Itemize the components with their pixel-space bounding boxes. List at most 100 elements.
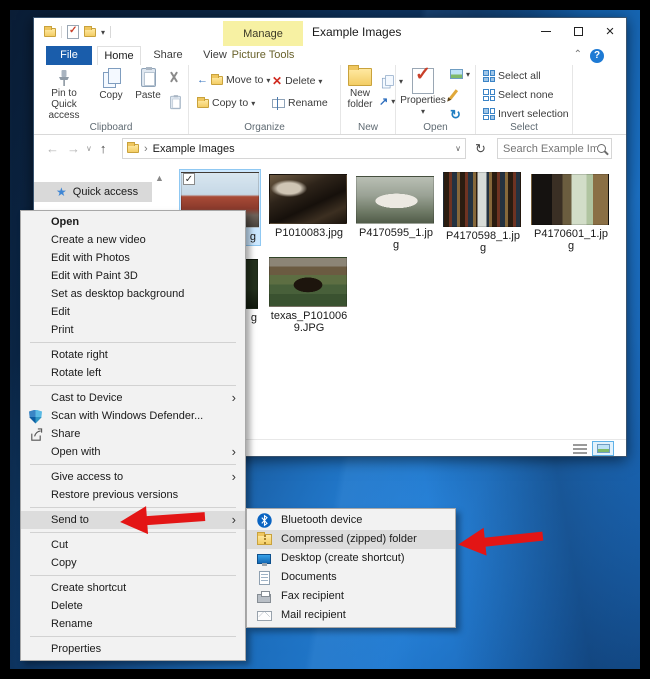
recent-locations-icon[interactable]: ∨ — [86, 144, 92, 153]
select-all-button[interactable]: Select all — [483, 70, 541, 82]
select-none-button[interactable]: Select none — [483, 89, 553, 101]
mail-icon — [256, 608, 272, 623]
pencil-icon — [449, 89, 458, 100]
menu-item-rotate-right[interactable]: Rotate right — [21, 346, 245, 364]
scrollbar-up-icon[interactable]: ▲ — [155, 173, 164, 183]
ribbon: Pin to Quick access Copy Paste Clipboard… — [34, 65, 626, 135]
close-button[interactable]: × — [594, 18, 626, 44]
folder-icon — [197, 99, 209, 108]
menu-item-edit[interactable]: Edit — [21, 303, 245, 321]
new-folder-icon — [348, 68, 372, 86]
pin-to-quick-access-button[interactable]: Pin to Quick access — [38, 68, 90, 121]
new-folder-button[interactable]: New folder — [343, 68, 377, 110]
tab-picture-tools[interactable]: Picture Tools — [223, 46, 303, 65]
menu-item-mail-recipient[interactable]: Mail recipient — [247, 606, 455, 625]
refresh-icon[interactable]: ↻ — [471, 138, 490, 159]
easy-access-button[interactable]: ↗▾ — [379, 95, 395, 108]
open-with-button[interactable]: ▾ — [450, 69, 470, 79]
new-folder-qat-icon[interactable] — [84, 28, 96, 37]
manage-contextual-group[interactable]: Manage — [223, 21, 303, 46]
edit-button[interactable] — [452, 89, 455, 100]
scissors-icon — [168, 71, 180, 83]
file-thumbnail-house — [269, 257, 347, 307]
menu-item-rotate-left[interactable]: Rotate left — [21, 364, 245, 382]
file-item[interactable]: P4170601_1.jpg — [531, 174, 611, 252]
menu-item-open[interactable]: Open — [21, 213, 245, 231]
defender-shield-icon — [28, 409, 43, 424]
search-box[interactable] — [497, 138, 612, 159]
move-arrow-icon: ← — [197, 74, 208, 86]
back-icon[interactable]: ← — [46, 141, 59, 156]
submenu-chevron-icon: › — [232, 511, 236, 529]
qat-dropdown-icon[interactable]: ▾ — [101, 28, 105, 37]
menu-item-print[interactable]: Print — [21, 321, 245, 339]
breadcrumb[interactable]: Example Images — [153, 143, 235, 155]
menu-item-fax-recipient[interactable]: Fax recipient — [247, 587, 455, 606]
sidebar-item-quick-access[interactable]: ★ Quick access — [34, 182, 152, 202]
minimize-button[interactable] — [530, 18, 562, 44]
delete-button[interactable]: ✕ Delete▾ — [272, 74, 322, 88]
file-name: P1010083.jpg — [269, 227, 349, 239]
menu-item-restore-previous-versions[interactable]: Restore previous versions — [21, 486, 245, 504]
copy-to-button[interactable]: Copy to▾ — [197, 97, 255, 109]
pin-icon — [55, 68, 73, 88]
invert-selection-icon — [483, 108, 495, 120]
paste-button[interactable]: Paste — [130, 68, 166, 101]
menu-item-set-as-desktop-background[interactable]: Set as desktop background — [21, 285, 245, 303]
address-bar[interactable]: › Example Images ∨ — [122, 138, 466, 159]
menu-item-edit-with-photos[interactable]: Edit with Photos — [21, 249, 245, 267]
file-item[interactable]: texas_P1010069.JPG — [269, 257, 349, 334]
rename-button[interactable]: Rename — [272, 97, 328, 109]
menu-item-open-with[interactable]: Open with› — [21, 443, 245, 461]
maximize-button[interactable] — [562, 18, 594, 44]
menu-item-delete[interactable]: Delete — [21, 597, 245, 615]
menu-item-copy[interactable]: Copy — [21, 554, 245, 572]
menu-item-rename[interactable]: Rename — [21, 615, 245, 633]
move-to-button[interactable]: ← Move to▾ — [197, 74, 270, 86]
thumbnail-view-icon[interactable] — [592, 441, 614, 456]
menu-item-create-a-new-video[interactable]: Create a new video — [21, 231, 245, 249]
menu-item-cast-to-device[interactable]: Cast to Device› — [21, 389, 245, 407]
tab-home[interactable]: Home — [97, 46, 141, 65]
menu-item-cut[interactable]: Cut — [21, 536, 245, 554]
folder-icon — [211, 76, 223, 85]
menu-item-documents[interactable]: Documents — [247, 568, 455, 587]
address-dropdown-icon[interactable]: ∨ — [455, 144, 461, 153]
tab-share[interactable]: Share — [146, 46, 190, 65]
invert-selection-button[interactable]: Invert selection — [483, 108, 569, 120]
copy-button[interactable]: Copy — [94, 68, 128, 101]
ribbon-empty-space — [573, 65, 626, 134]
selection-checkbox[interactable]: ✓ — [183, 173, 195, 185]
paste-shortcut-icon — [170, 96, 181, 109]
menu-item-scan-with-windows-defender[interactable]: Scan with Windows Defender... — [21, 407, 245, 425]
forward-icon[interactable]: → — [67, 141, 80, 156]
group-label-open: Open — [396, 122, 475, 133]
collapse-ribbon-icon[interactable]: ⌃ — [574, 49, 582, 60]
menu-item-compressed-zipped-folder[interactable]: Compressed (zipped) folder — [247, 530, 455, 549]
paste-shortcut-button[interactable] — [168, 93, 183, 112]
folder-icon[interactable] — [44, 28, 56, 37]
rename-icon — [272, 99, 285, 108]
menu-item-properties[interactable]: Properties — [21, 640, 245, 658]
search-input[interactable] — [503, 143, 597, 155]
divider — [61, 26, 62, 38]
history-button[interactable]: ↻ — [450, 107, 461, 123]
search-icon[interactable] — [597, 144, 606, 153]
file-item[interactable]: P4170595_1.jpg — [356, 176, 436, 251]
menu-item-create-shortcut[interactable]: Create shortcut — [21, 579, 245, 597]
menu-item-share[interactable]: Share — [21, 425, 245, 443]
file-thumbnail-bookshelves — [443, 172, 521, 227]
menu-item-give-access-to[interactable]: Give access to› — [21, 468, 245, 486]
cut-button[interactable] — [168, 71, 180, 83]
file-item[interactable]: P4170598_1.jpg — [443, 172, 523, 254]
menu-item-bluetooth-device[interactable]: Bluetooth device — [247, 511, 455, 530]
file-item[interactable]: P1010083.jpg — [269, 174, 349, 239]
tab-file[interactable]: File — [46, 46, 92, 65]
details-view-icon[interactable] — [573, 443, 587, 455]
menu-item-desktop-create-shortcut[interactable]: Desktop (create shortcut) — [247, 549, 455, 568]
help-icon[interactable]: ? — [590, 49, 604, 63]
properties-button[interactable]: Properties ▾ — [400, 68, 446, 117]
properties-check-icon[interactable] — [67, 25, 79, 39]
up-icon[interactable]: ↑ — [100, 141, 107, 156]
menu-item-edit-with-paint-3d[interactable]: Edit with Paint 3D — [21, 267, 245, 285]
